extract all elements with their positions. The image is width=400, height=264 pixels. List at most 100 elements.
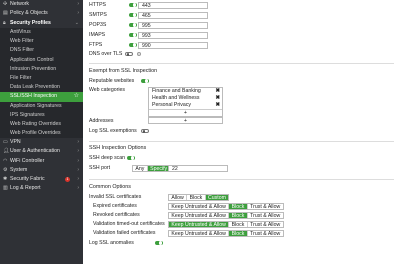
option-trust-allow[interactable]: Trust & Allow [248, 204, 283, 210]
ftps-toggle[interactable] [129, 42, 137, 48]
sidebar-item-label: Data Leak Prevention [10, 84, 60, 91]
sidebar-item-policy[interactable]: ▤ Policy & Objects › [0, 9, 83, 19]
sidebar-item-vpn[interactable]: ▭ VPN › [0, 138, 83, 147]
sidebar-item-label: Intrusion Prevention [10, 65, 57, 72]
reputable-websites-label: Reputable websites [89, 78, 135, 84]
sidebar-item-application-signatures[interactable]: Application Signatures [0, 101, 83, 111]
pop3s-toggle[interactable] [129, 22, 137, 28]
ssh-port-specify-option[interactable]: Specify [147, 165, 170, 172]
log-ssl-anomalies-label: Log SSL anomalies [89, 240, 134, 246]
ssh-port-label: SSH port [89, 165, 111, 171]
option-keep-untrusted-allow[interactable]: Keep Untrusted & Allow [169, 212, 230, 219]
smtps-toggle[interactable] [129, 12, 137, 18]
option-custom[interactable]: Custom [205, 194, 229, 201]
imaps-toggle[interactable] [129, 32, 137, 38]
option-block[interactable]: Block [229, 221, 248, 228]
sidebar-item-label: Security Fabric [10, 176, 45, 182]
chevron-right-icon: › [77, 139, 79, 146]
option-keep-untrusted-allow[interactable]: Keep Untrusted & Allow [169, 221, 230, 228]
chevron-right-icon: › [77, 176, 79, 182]
sidebar: ✣ Network › ▤ Policy & Objects › 🔒︎ Secu… [0, 0, 83, 264]
option-block[interactable]: Block [187, 194, 206, 201]
category-label: Finance and Banking [152, 88, 201, 94]
sidebar-item-web-filter[interactable]: Web Filter [0, 37, 83, 47]
info-icon[interactable]: i [137, 51, 141, 56]
sidebar-item-label: Network [10, 1, 30, 7]
ssh-deep-scan-toggle[interactable] [127, 155, 135, 161]
wifi-icon: ◠ [3, 157, 8, 164]
sidebar-item-wifi-controller[interactable]: ◠ WiFi Controller › [0, 157, 83, 166]
sidebar-item-security-fabric[interactable]: ✱ Security Fabric 1 › [0, 175, 83, 184]
invalid-ssl-label: Invalid SSL certificates [89, 194, 142, 200]
ftps-port-input[interactable]: 990 [138, 41, 208, 49]
reputable-websites-row: Reputable websites [89, 77, 149, 85]
ssh-deep-scan-label: SSH deep scan [89, 155, 126, 161]
sidebar-item-security-profiles[interactable]: 🔒︎ Security Profiles ⌄ [0, 19, 83, 29]
option-keep-untrusted-allow[interactable]: Keep Untrusted & Allow [169, 203, 230, 210]
list-item: Finance and Banking ✖ [149, 88, 222, 95]
timed-out-certs-selector: Keep Untrusted & Allow Block Trust & All… [168, 220, 284, 228]
sidebar-item-application-control[interactable]: Application Control [0, 55, 83, 65]
sidebar-item-dns-filter[interactable]: DNS Filter [0, 46, 83, 56]
sidebar-item-network[interactable]: ✣ Network › [0, 0, 83, 9]
star-icon[interactable]: ☆ [74, 92, 79, 101]
sidebar-item-system[interactable]: ⚙︎ System › [0, 166, 83, 175]
web-categories-label-row: Web categories [89, 86, 125, 94]
imaps-port-input[interactable]: 993 [138, 31, 208, 39]
add-address-button[interactable]: + [148, 117, 223, 124]
pop3s-port-input[interactable]: 995 [138, 21, 208, 29]
option-block[interactable]: Block [229, 230, 248, 237]
remove-icon[interactable]: ✖ [215, 95, 220, 102]
https-port-input[interactable]: 443 [138, 1, 208, 9]
ssh-port-any-option[interactable]: Any [133, 165, 148, 172]
dns-over-tls-toggle[interactable] [125, 51, 133, 57]
failed-certs-selector: Keep Untrusted & Allow Block Trust & All… [168, 229, 284, 237]
chevron-right-icon: › [77, 1, 79, 7]
sidebar-item-web-profile-overrides[interactable]: Web Profile Overrides [0, 129, 83, 139]
add-category-button[interactable]: + [149, 109, 222, 116]
option-allow[interactable]: Allow [169, 194, 188, 201]
ssh-deep-scan-row: SSH deep scan [89, 154, 135, 162]
sidebar-item-ips-signatures[interactable]: IPS Signatures [0, 110, 83, 120]
sidebar-item-log-report[interactable]: ▥ Log & Report › [0, 184, 83, 193]
remove-icon[interactable]: ✖ [215, 102, 220, 109]
addresses-label: Addresses [89, 118, 114, 124]
sidebar-item-label: AntiVirus [10, 29, 31, 35]
option-keep-untrusted-allow[interactable]: Keep Untrusted & Allow [169, 230, 230, 237]
section-title-common: Common Options [89, 184, 131, 190]
sidebar-item-user-auth[interactable]: 👤︎ User & Authentication › [0, 147, 83, 156]
sidebar-item-intrusion-prevention[interactable]: Intrusion Prevention [0, 64, 83, 74]
option-trust-allow[interactable]: Trust & Allow [248, 231, 283, 237]
remove-icon[interactable]: ✖ [215, 88, 220, 95]
ssh-port-input[interactable]: 22 [168, 164, 228, 172]
invalid-ssl-selector: Allow Block Custom [168, 193, 230, 201]
option-block[interactable]: Block [229, 203, 248, 210]
ssh-port-selector: Any Specify [132, 164, 171, 172]
vpn-icon: ▭ [3, 139, 8, 146]
chevron-right-icon: › [77, 185, 79, 192]
list-item: Health and Wellness ✖ [149, 95, 222, 102]
protocol-label: IMAPS [89, 32, 106, 38]
log-ssl-anomalies-toggle[interactable] [155, 240, 163, 246]
dns-over-tls-label: DNS over TLS [89, 51, 123, 57]
option-trust-allow[interactable]: Trust & Allow [248, 222, 283, 228]
revoked-certs-row: Revoked certificates [93, 211, 140, 219]
chart-icon: ▥ [3, 185, 8, 192]
https-toggle[interactable] [129, 2, 137, 8]
sidebar-item-antivirus[interactable]: AntiVirus [0, 28, 83, 38]
revoked-certs-label: Revoked certificates [93, 212, 140, 218]
sidebar-item-file-filter[interactable]: File Filter [0, 73, 83, 84]
option-block[interactable]: Block [229, 212, 248, 219]
sidebar-item-label: Policy & Objects [10, 10, 48, 16]
smtps-port-input[interactable]: 465 [138, 11, 208, 19]
fabric-icon: ✱ [3, 176, 8, 182]
option-trust-allow[interactable]: Trust & Allow [248, 213, 283, 219]
expired-certs-row: Expired certificates [93, 202, 137, 210]
sidebar-item-data-leak-prevention[interactable]: Data Leak Prevention [0, 83, 83, 93]
timed-out-certs-row: Validation timed-out certificates [93, 220, 165, 228]
sidebar-item-web-rating-overrides[interactable]: Web Rating Overrides [0, 119, 83, 130]
log-ssl-exemptions-toggle[interactable] [141, 128, 149, 134]
timed-out-certs-label: Validation timed-out certificates [93, 221, 165, 227]
sidebar-item-ssl-ssh-inspection[interactable]: SSL/SSH Inspection ☆ [0, 92, 83, 102]
reputable-websites-toggle[interactable] [141, 78, 149, 84]
